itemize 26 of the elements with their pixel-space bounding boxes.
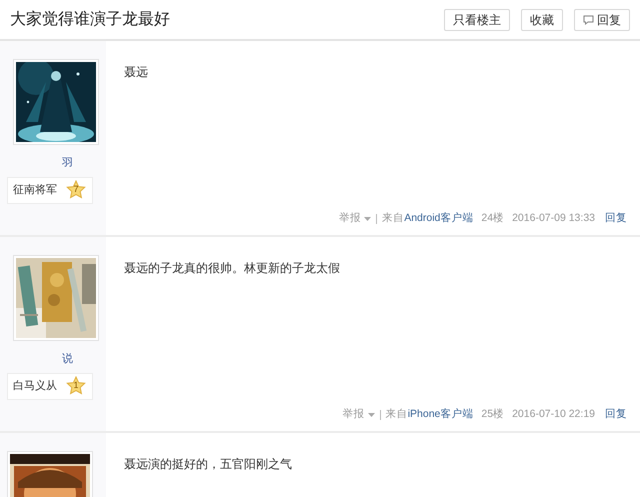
reply-link[interactable]: 回复 [605,211,627,227]
username-link[interactable]: 说 [62,351,73,368]
thread-title: 大家觉得谁演子龙最好 [10,10,170,30]
username-link[interactable]: 羽 [62,155,73,172]
caret-icon [368,413,375,418]
level-star: 1 [66,376,86,396]
toolbar-button[interactable]: 收藏 [521,8,563,30]
post-text: 聂远的子龙真的很帅。林更新的子龙太假 [124,260,341,277]
client-link[interactable]: Android客户端 [404,211,474,227]
toolbar-button[interactable]: 只看楼主 [444,8,510,30]
toolbar-button[interactable]: 回复 [574,8,630,30]
source-label: 来自 [382,211,404,226]
floor-number: 24楼 [481,211,504,226]
post-text: 聂远演的挺好的，五官阳刚之气 [124,456,293,473]
rank-title: 白马义从 [13,378,57,394]
comment-icon [583,14,594,24]
source-label: 来自 [386,407,408,422]
post-text: 聂远 [124,64,149,81]
client-link[interactable]: iPhone客户端 [408,407,474,423]
level-star: 7 [66,180,86,200]
post-time: 2016-07-09 13:33 [512,211,595,226]
post-time: 2016-07-10 22:19 [512,407,595,422]
reply-link[interactable]: 回复 [605,407,627,423]
rank-title: 征南将军 [13,182,57,198]
caret-icon [364,217,372,222]
floor-number: 25楼 [481,407,504,422]
